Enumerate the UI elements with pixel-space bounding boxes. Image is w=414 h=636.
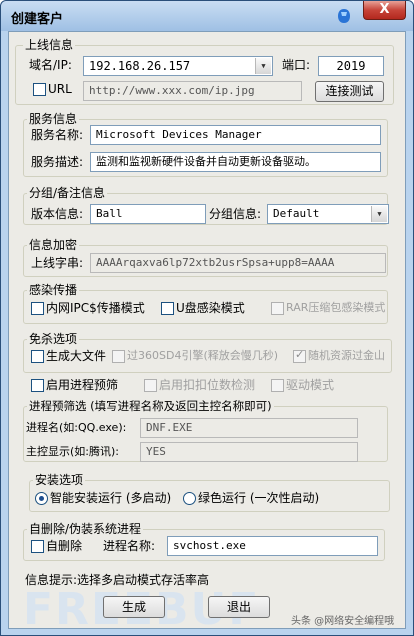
port-input[interactable]: 2019 — [318, 56, 384, 76]
qq-detect-checkbox[interactable] — [144, 379, 157, 392]
port-label: 端口: — [282, 58, 311, 72]
self-delete-checkbox[interactable] — [31, 540, 44, 553]
group-selfdel-label: 自删除/伪装系统进程 — [27, 522, 144, 536]
group-service-label: 服务信息 — [27, 112, 80, 126]
smart-install-radio[interactable] — [35, 492, 48, 505]
dialog-body: 上线信息 域名/IP: 192.168.26.157 ▼ 端口: 2019 UR… — [8, 31, 406, 629]
group-info-label: 分组信息: — [209, 207, 262, 221]
group-infect-label: 感染传播 — [27, 283, 80, 297]
url-input[interactable]: http://www.xxx.com/ip.jpg — [83, 81, 302, 101]
credit-watermark: 头条 @网络安全编程哦 — [291, 616, 395, 627]
big-file-label: 生成大文件 — [46, 349, 107, 363]
usb-infect-checkbox[interactable] — [161, 302, 174, 315]
random-resource-label: 随机资源过金山 — [308, 349, 385, 362]
service-name-input[interactable]: Microsoft Devices Manager — [90, 125, 381, 145]
service-desc-input[interactable]: 监测和监视新硬件设备并自动更新设备驱动。 — [90, 152, 381, 172]
online-string-input[interactable]: AAAArqaxva6lp72xtb2usrSpsa+upp8=AAAA — [90, 253, 386, 273]
self-delete-label: 自删除 — [46, 539, 83, 553]
url-label: URL — [48, 82, 72, 96]
exit-button[interactable]: 退出 — [208, 596, 270, 618]
big-file-checkbox[interactable] — [31, 350, 44, 363]
domain-value: 192.168.26.157 — [89, 59, 191, 73]
group-grouping-label: 分组/备注信息 — [27, 186, 108, 200]
close-button[interactable]: X — [363, 1, 406, 20]
process-filter-label: 启用进程预筛 — [46, 378, 119, 392]
group-info-value: Default — [273, 207, 320, 220]
domain-combobox[interactable]: 192.168.26.157 ▼ — [83, 56, 273, 76]
group-info-combobox[interactable]: Default ▼ — [267, 204, 389, 224]
service-desc-label: 服务描述: — [31, 155, 84, 169]
bypass-360-label: 过360SD4引擎(释放会慢几秒) — [127, 349, 279, 362]
group-process-label: 进程预筛选 (填写进程名称及返回主控名称即可) — [27, 399, 274, 413]
disguise-process-input[interactable]: svchost.exe — [167, 536, 378, 556]
usb-infect-label: U盘感染模式 — [176, 301, 245, 315]
lan-ipc-label: 内网IPC$传播模式 — [46, 301, 145, 315]
group-install-label: 安装选项 — [33, 473, 86, 487]
disguise-process-label: 进程名称: — [103, 539, 156, 553]
url-checkbox[interactable] — [33, 83, 46, 96]
domain-label: 域名/IP: — [29, 58, 72, 72]
version-input[interactable]: Ball — [90, 204, 206, 224]
display-name-input[interactable]: YES — [140, 442, 358, 462]
smart-install-label: 智能安装运行 (多启动) — [50, 491, 172, 505]
process-filter-checkbox[interactable] — [31, 379, 44, 392]
chevron-down-icon[interactable]: ▼ — [255, 58, 271, 74]
window-title: 创建客户 — [11, 12, 64, 27]
generate-button[interactable]: 生成 — [103, 596, 165, 618]
process-name-label: 进程名(如:QQ.exe): — [26, 421, 127, 434]
lan-ipc-checkbox[interactable] — [31, 302, 44, 315]
service-name-label: 服务名称: — [31, 128, 84, 142]
bypass-360-checkbox[interactable] — [112, 350, 125, 363]
qq-detect-label: 启用扣扣位数检测 — [159, 378, 256, 392]
online-string-label: 上线字串: — [31, 256, 84, 270]
group-encrypt-label: 信息加密 — [27, 238, 80, 252]
app-icon — [338, 9, 350, 23]
rar-infect-label: RAR压缩包感染模式 — [286, 301, 386, 314]
driver-mode-label: 驱动模式 — [286, 378, 335, 392]
title-bar[interactable]: 创建客户 X — [1, 1, 413, 31]
green-run-radio[interactable] — [183, 492, 196, 505]
chevron-down-icon[interactable]: ▼ — [371, 206, 387, 222]
connection-test-button[interactable]: 连接测试 — [315, 81, 384, 102]
green-run-label: 绿色运行 (一次性启动) — [198, 491, 320, 505]
display-name-label: 主控显示(如:腾讯): — [26, 445, 119, 458]
version-label: 版本信息: — [31, 207, 84, 221]
random-resource-checkbox[interactable] — [293, 348, 306, 363]
driver-mode-checkbox[interactable] — [271, 379, 284, 392]
group-av-label: 免杀选项 — [27, 332, 80, 346]
group-online-label: 上线信息 — [23, 38, 76, 52]
rar-infect-checkbox[interactable] — [271, 302, 284, 315]
create-client-window: 创建客户 X 上线信息 域名/IP: 192.168.26.157 ▼ 端口: … — [0, 0, 414, 636]
process-name-input[interactable]: DNF.EXE — [140, 418, 358, 438]
